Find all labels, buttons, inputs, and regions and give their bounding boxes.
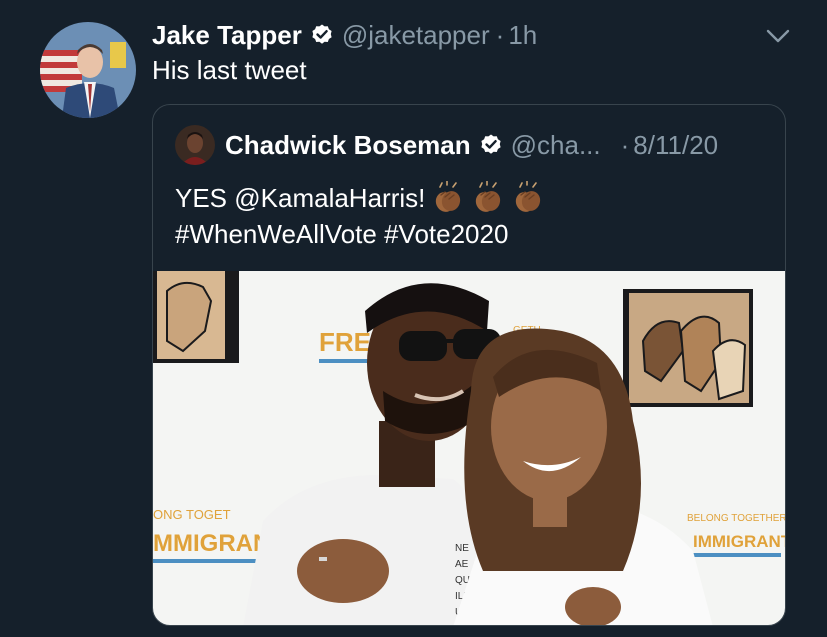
- tweet-header: Jake Tapper @jaketapper · 1h: [152, 18, 537, 52]
- quoted-tweet-photo[interactable]: FREED GETH ONG TOGET MMIGRAN BELONG TOGE…: [153, 271, 786, 625]
- author-avatar[interactable]: [40, 22, 136, 118]
- backdrop-text-immigrants-right: IMMIGRANTS!: [693, 532, 786, 551]
- quoted-tweet-header: Chadwick Boseman @cha... · 8/11/20: [175, 125, 718, 165]
- chevron-down-icon[interactable]: [764, 22, 792, 50]
- backdrop-text-belong-right: BELONG TOGETHER: [687, 513, 786, 524]
- clap-icon: [511, 180, 545, 215]
- backdrop-text-immigrants-left: MMIGRAN: [153, 530, 270, 557]
- separator-dot: ·: [620, 129, 630, 160]
- separator-dot: ·: [495, 19, 505, 50]
- tweet-text: His last tweet: [152, 55, 307, 85]
- quoted-tweet-text-line1: YES @KamalaHarris!: [175, 180, 545, 215]
- clap-icon: [431, 180, 465, 215]
- quoted-tweet-card[interactable]: Chadwick Boseman @cha... · 8/11/20 YES @…: [152, 104, 786, 626]
- quoted-author-avatar[interactable]: [175, 125, 215, 165]
- shirt-text: AE: [455, 559, 469, 570]
- quoted-tweet-time[interactable]: 8/11/20: [633, 130, 718, 161]
- verified-badge-icon: [479, 133, 503, 157]
- verified-badge-icon: [310, 23, 334, 47]
- backdrop-text-belong-left: ONG TOGET: [153, 507, 231, 522]
- quoted-tweet-hashtags[interactable]: #WhenWeAllVote #Vote2020: [175, 219, 508, 250]
- author-name[interactable]: Jake Tapper: [152, 20, 302, 51]
- clap-icon: [471, 180, 505, 215]
- author-handle[interactable]: @jaketapper: [342, 20, 490, 51]
- quoted-author-handle[interactable]: @cha...: [511, 130, 601, 161]
- tweet-time[interactable]: 1h: [508, 20, 537, 51]
- quoted-text-first: YES @KamalaHarris!: [175, 182, 426, 213]
- quoted-author-name[interactable]: Chadwick Boseman: [225, 130, 471, 161]
- shirt-text: NE: [455, 543, 469, 554]
